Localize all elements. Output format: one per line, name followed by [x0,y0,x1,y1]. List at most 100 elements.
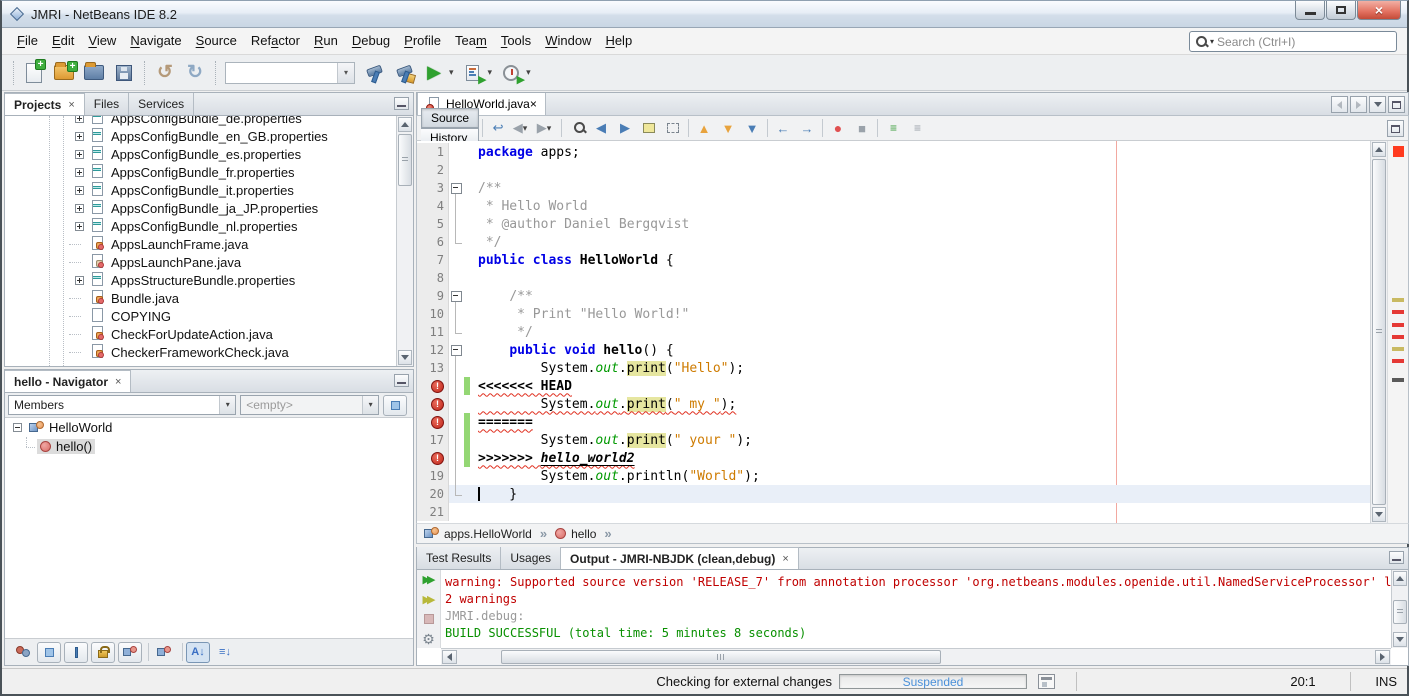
breadcrumb-item-apps-helloworld[interactable]: apps.HelloWorld [423,527,532,541]
process-list-icon[interactable] [1038,674,1055,689]
toggle-highlight-button[interactable] [637,117,661,139]
new-class-button[interactable] [152,642,176,663]
shift-line-right-button[interactable]: → [795,117,819,139]
explorer-tab-services[interactable]: Services [129,93,194,115]
menu-window[interactable]: Window [538,29,598,52]
debug-dropdown-icon[interactable]: ▾ [488,67,493,78]
progress-bar[interactable]: Suspended [839,674,1027,689]
error-stripe-mark[interactable] [1392,347,1404,351]
tree-item-appsconfigbundle-ja-jp-properties[interactable]: AppsConfigBundle_ja_JP.properties [5,199,396,217]
show-non-public-button[interactable] [64,642,88,663]
code-editor[interactable]: 1package apps;23/**4 * Hello World5 * @a… [416,141,1409,523]
sort-alphabetically-button[interactable]: A↓ [186,642,210,663]
last-edit-position-button[interactable]: ↩ [486,117,510,139]
tree-item-appsconfigbundle-nl-properties[interactable]: AppsConfigBundle_nl.properties [5,217,396,235]
open-project-button[interactable] [79,58,109,88]
expand-icon[interactable] [75,186,84,195]
menu-source[interactable]: Source [189,29,244,52]
scroll-down-button[interactable] [1393,632,1407,647]
navigator-item-hello[interactable]: hello() [5,437,413,456]
explorer-tab-files[interactable]: Files [85,93,129,115]
find-button[interactable] [565,117,589,139]
line-number-gutter[interactable]: 21 [417,503,449,521]
tab-list-button[interactable] [1369,96,1386,113]
back-button[interactable]: ◀▾ [510,117,534,139]
rectangular-selection-button[interactable] [661,117,685,139]
bottom-tab-test-results[interactable]: Test Results [417,547,501,569]
sort-by-source-button[interactable]: ≡↓ [213,642,237,663]
line-number-gutter[interactable]: 10 [417,305,449,323]
line-number-gutter[interactable]: 2 [417,161,449,179]
redo-button[interactable]: ↻ [180,58,210,88]
show-fields-button[interactable] [37,642,61,663]
navigator-mode-select[interactable]: Members ▾ [8,395,236,415]
code-fold-icon[interactable] [449,287,464,305]
menu-run[interactable]: Run [307,29,345,52]
scroll-up-button[interactable] [1393,571,1407,586]
line-number-gutter[interactable]: 20 [417,485,449,503]
code-line[interactable]: ! System.out.print(" my "); [417,395,1370,413]
uncomment-button[interactable]: ≡ [905,117,929,139]
expand-icon[interactable] [75,168,84,177]
code-line[interactable]: 5 * @author Daniel Bergqvist [417,215,1370,233]
navigator-filter-select[interactable]: <empty> ▾ [240,395,379,415]
code-line[interactable]: 8 [417,269,1370,287]
editor-scrollbar[interactable] [1370,141,1387,523]
line-number-gutter[interactable]: ! [417,449,449,467]
error-stripe-mark[interactable] [1392,359,1404,363]
code-line[interactable]: 11 */ [417,323,1370,341]
show-inherited-members-button[interactable] [10,642,34,663]
show-inner-classes-button[interactable] [118,642,142,663]
undo-button[interactable]: ↺ [150,58,180,88]
tree-item-appslaunchpane-java[interactable]: AppsLaunchPane.java [5,253,396,271]
navigator-item-helloworld[interactable]: HelloWorld [5,418,413,437]
tree-item-appsstructurebundle-properties[interactable]: AppsStructureBundle.properties [5,271,396,289]
close-button[interactable]: × [1357,1,1401,20]
menu-help[interactable]: Help [598,29,639,52]
line-number-gutter[interactable]: 5 [417,215,449,233]
code-line[interactable]: 10 * Print "Hello World!" [417,305,1370,323]
stop-build-button[interactable] [419,611,439,627]
tree-item-appsconfigbundle-fr-properties[interactable]: AppsConfigBundle_fr.properties [5,163,396,181]
profile-dropdown-icon[interactable]: ▾ [526,67,531,78]
scroll-tabs-right-button[interactable] [1350,96,1367,113]
minimize-button[interactable] [1295,1,1325,20]
find-next-button[interactable]: ▶ [613,117,637,139]
new-project-button[interactable]: + [49,58,79,88]
expand-icon[interactable] [75,150,84,159]
close-tab-icon[interactable]: × [782,553,788,565]
code-line[interactable]: !>>>>>>> hello_world2 [417,449,1370,467]
comment-button[interactable]: ≡ [881,117,905,139]
code-line[interactable]: !======= [417,413,1370,431]
build-project-button[interactable] [359,58,389,88]
collapse-icon[interactable] [13,423,22,432]
line-number-gutter[interactable]: 4 [417,197,449,215]
line-number-gutter[interactable]: ! [417,377,449,395]
chevron-down-icon[interactable]: ▾ [337,63,354,83]
explorer-tab-projects[interactable]: Projects× [5,93,85,115]
output-horizontal-scrollbar[interactable] [441,648,1391,665]
tree-item-appslaunchframe-java[interactable]: AppsLaunchFrame.java [5,235,396,253]
scroll-up-button[interactable] [398,117,412,132]
code-line[interactable]: 2 [417,161,1370,179]
line-number-gutter[interactable]: 8 [417,269,449,287]
expand-icon[interactable] [75,204,84,213]
menu-view[interactable]: View [81,29,123,52]
next-bookmark-button[interactable]: ▼ [716,117,740,139]
line-number-gutter[interactable]: 9 [417,287,449,305]
shift-line-left-button[interactable]: ← [771,117,795,139]
title-bar[interactable]: JMRI - NetBeans IDE 8.2 × [2,1,1407,28]
menu-team[interactable]: Team [448,29,494,52]
tree-item-appsconfigbundle-es-properties[interactable]: AppsConfigBundle_es.properties [5,145,396,163]
menu-file[interactable]: File [10,29,45,52]
scroll-left-button[interactable] [442,650,457,664]
code-line[interactable]: 7public class HelloWorld { [417,251,1370,269]
line-number-gutter[interactable]: 17 [417,431,449,449]
show-static-members-button[interactable] [91,642,115,663]
forward-button[interactable]: ▶▾ [534,117,558,139]
tree-item-appsconfigbundle-en-gb-properties[interactable]: AppsConfigBundle_en_GB.properties [5,127,396,145]
split-document-button[interactable] [1387,120,1404,137]
search-dropdown-icon[interactable]: ▾ [1210,37,1214,46]
tree-item-bundle-java[interactable]: Bundle.java [5,289,396,307]
expand-icon[interactable] [75,222,84,231]
